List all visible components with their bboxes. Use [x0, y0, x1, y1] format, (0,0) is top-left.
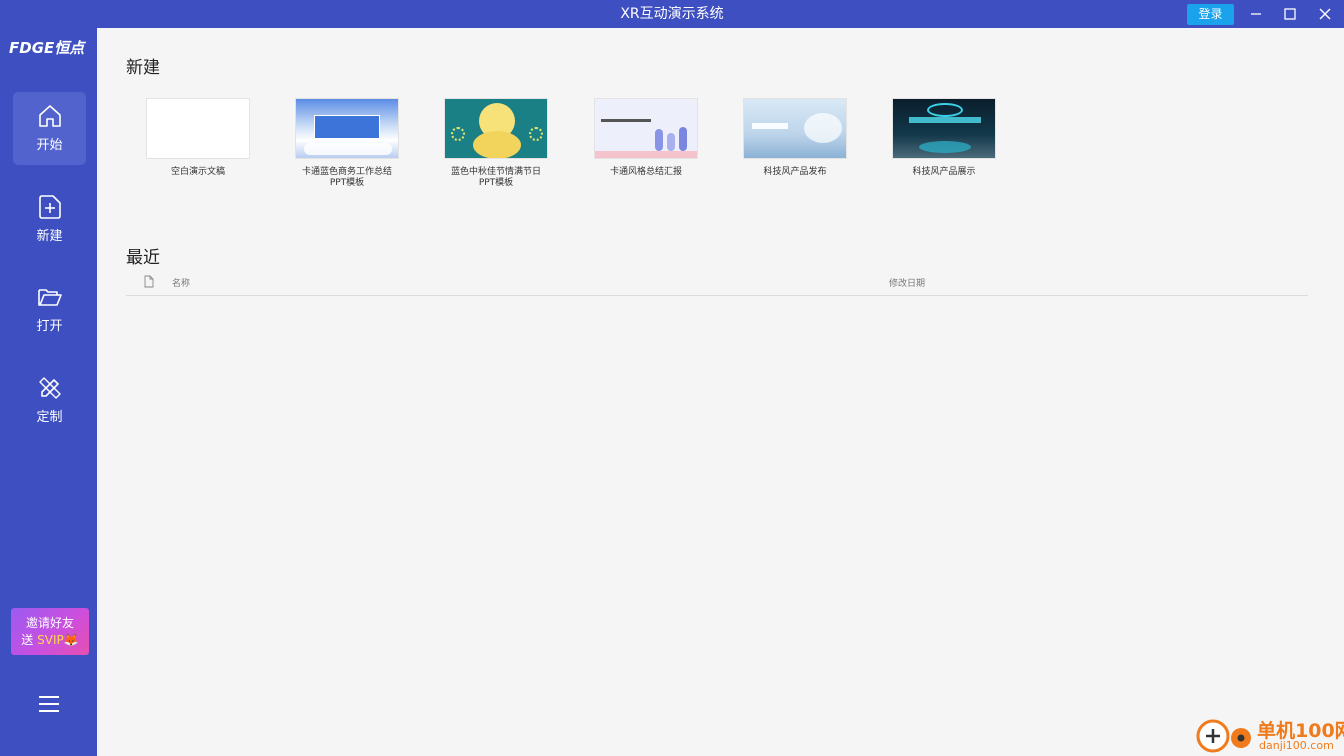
- nav-customize-label: 定制: [36, 410, 63, 425]
- nav-new[interactable]: 新建: [13, 183, 86, 256]
- main-content: 新建 空白演示文稿 卡通蓝色商务工作总结PPT模板 蓝色中秋佳节情满节日PPT模…: [97, 28, 1344, 756]
- plus-square-icon: [39, 195, 61, 219]
- nav-open-label: 打开: [36, 319, 63, 334]
- template-name: 卡通风格总结汇报: [609, 167, 682, 177]
- template-thumbnail: [892, 98, 996, 159]
- close-icon: [1319, 8, 1331, 20]
- nav-customize[interactable]: 定制: [13, 364, 86, 437]
- template-card-tech-launch[interactable]: 科技风产品发布: [743, 98, 847, 178]
- template-card-cartoon[interactable]: 卡通风格总结汇报: [594, 98, 698, 178]
- template-name: 科技风产品发布: [763, 167, 827, 177]
- watermark-logo-icon: [1196, 719, 1251, 753]
- column-name[interactable]: 名称: [172, 276, 190, 289]
- template-name: 科技风产品展示: [912, 167, 976, 177]
- template-name: 蓝色中秋佳节情满节日PPT模板: [450, 167, 541, 188]
- home-icon: [39, 105, 61, 127]
- title-bar: XR互动演示系统 登录: [0, 0, 1344, 28]
- template-thumbnail: [146, 98, 250, 159]
- template-thumbnail: [743, 98, 847, 159]
- template-thumbnail: [444, 98, 548, 159]
- recent-section-title: 最近: [126, 248, 160, 268]
- window-title: XR互动演示系统: [620, 6, 724, 22]
- close-button[interactable]: [1308, 0, 1342, 28]
- watermark: 单机100网 danji100.com: [1195, 715, 1344, 756]
- file-icon: [144, 275, 154, 288]
- new-section-title: 新建: [126, 58, 160, 78]
- template-thumbnail: [594, 98, 698, 159]
- template-name: 空白演示文稿: [170, 167, 225, 177]
- sidebar: FDGE恒点 开始 新建 打开 定制 邀请好友 送 SVIP🦊: [0, 28, 97, 756]
- invite-friends-banner[interactable]: 邀请好友 送 SVIP🦊: [11, 608, 89, 655]
- app-logo: FDGE恒点: [9, 39, 85, 57]
- svip-label: SVIP: [37, 633, 64, 647]
- nav-new-label: 新建: [36, 229, 63, 244]
- invite-line1: 邀请好友: [25, 616, 74, 630]
- template-card-tech-showcase[interactable]: 科技风产品展示: [892, 98, 996, 178]
- minimize-button[interactable]: [1239, 0, 1273, 28]
- template-card-blank[interactable]: 空白演示文稿: [146, 98, 250, 178]
- template-thumbnail: [295, 98, 399, 159]
- watermark-text-bottom: danji100.com: [1259, 739, 1334, 752]
- template-card-business[interactable]: 卡通蓝色商务工作总结PPT模板: [295, 98, 399, 189]
- template-card-midautumn[interactable]: 蓝色中秋佳节情满节日PPT模板: [444, 98, 548, 189]
- minimize-icon: [1251, 13, 1261, 15]
- nav-open[interactable]: 打开: [13, 273, 86, 346]
- column-modified-date[interactable]: 修改日期: [889, 276, 925, 289]
- pencil-ruler-icon: [39, 377, 61, 399]
- login-button[interactable]: 登录: [1187, 4, 1234, 25]
- folder-open-icon: [38, 289, 62, 306]
- fox-icon: 🦊: [63, 633, 79, 647]
- recent-table-header: 名称 修改日期: [126, 273, 1308, 296]
- menu-icon[interactable]: [38, 694, 60, 714]
- nav-start-label: 开始: [36, 138, 63, 153]
- maximize-button[interactable]: [1273, 0, 1307, 28]
- invite-line2: 送 SVIP🦊: [21, 633, 79, 647]
- template-name: 卡通蓝色商务工作总结PPT模板: [301, 167, 392, 188]
- nav-start[interactable]: 开始: [13, 92, 86, 165]
- maximize-icon: [1284, 8, 1296, 20]
